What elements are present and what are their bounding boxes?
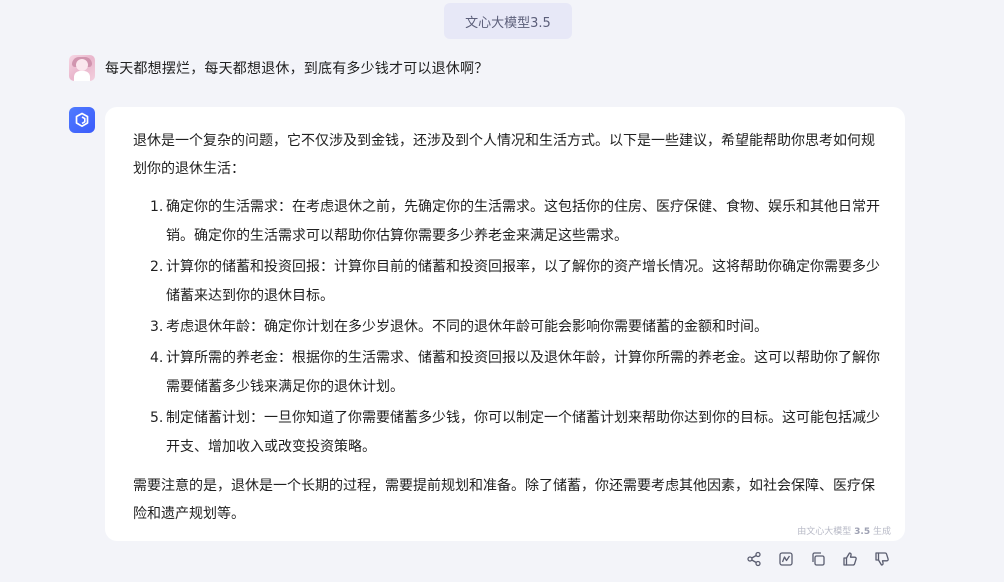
thumbs-down-button[interactable]: [873, 549, 891, 569]
generated-by-note: 由文心大模型 3.5 生成: [797, 527, 891, 537]
share-icon: [747, 551, 761, 567]
advice-list: 1. 确定你的生活需求：在考虑退休之前，先确定你的生活需求。这包括你的住房、医疗保…: [133, 193, 881, 462]
list-item: 4. 计算所需的养老金：根据你的生活需求、储蓄和投资回报以及退休年龄，计算你所需的…: [150, 350, 880, 395]
list-item: 2. 计算你的储蓄和投资回报：计算你目前的储蓄和投资回报率，以了解你的资产增长情况…: [150, 259, 880, 304]
thumbs-down-icon: [875, 552, 889, 566]
assistant-message-card: 退休是一个复杂的问题，它不仅涉及到金钱，还涉及到个人情况和生活方式。以下是一些建…: [105, 107, 905, 541]
share-button[interactable]: [745, 549, 763, 569]
list-item: 1. 确定你的生活需求：在考虑退休之前，先确定你的生活需求。这包括你的住房、医疗保…: [150, 199, 880, 244]
user-message-row: 每天都想摆烂，每天都想退休，到底有多少钱才可以退休啊？: [69, 55, 488, 81]
thumbs-up-button[interactable]: [841, 549, 859, 569]
chart-button[interactable]: [777, 549, 795, 569]
intro-paragraph: 退休是一个复杂的问题，它不仅涉及到金钱，还涉及到个人情况和生活方式。以下是一些建…: [133, 133, 875, 177]
user-message-text: 每天都想摆烂，每天都想退休，到底有多少钱才可以退休啊？: [105, 61, 489, 77]
list-item: 3. 考虑退休年龄：确定你计划在多少岁退休。不同的退休年龄可能会影响你需要储蓄的金…: [150, 319, 768, 335]
list-item: 5. 制定储蓄计划：一旦你知道了你需要储蓄多少钱，你可以制定一个储蓄计划来帮助你达…: [150, 410, 880, 455]
assistant-message-content: 退休是一个复杂的问题，它不仅涉及到金钱，还涉及到个人情况和生活方式。以下是一些建…: [133, 127, 881, 538]
assistant-avatar: [69, 107, 95, 133]
copy-button[interactable]: [809, 549, 827, 569]
user-avatar: [69, 55, 95, 81]
model-label: 文心大模型3.5: [465, 15, 551, 31]
outro-paragraph: 需要注意的是，退休是一个长期的过程，需要提前规划和准备。除了储蓄，你还需要考虑其…: [133, 478, 875, 522]
chart-icon: [779, 552, 793, 566]
ernie-logo-icon: [75, 112, 89, 128]
thumbs-up-icon: [843, 552, 857, 566]
model-selector[interactable]: 文心大模型3.5: [444, 3, 572, 39]
copy-icon: [812, 552, 825, 566]
message-actions: [745, 549, 891, 569]
